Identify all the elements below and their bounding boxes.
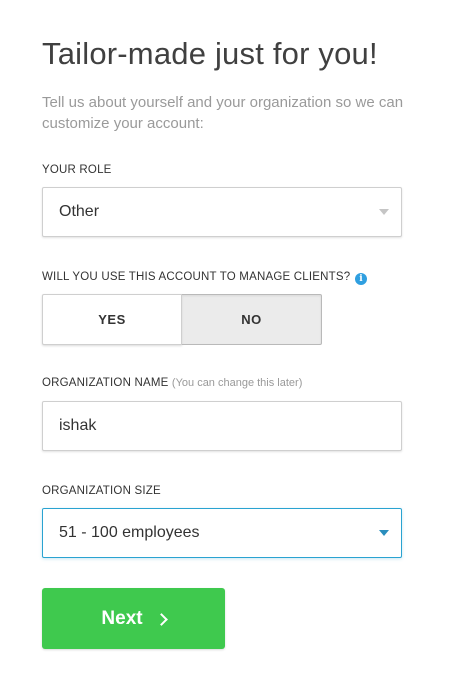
page-subtitle: Tell us about yourself and your organiza… bbox=[42, 94, 404, 132]
yes-option-button[interactable]: YES bbox=[42, 294, 182, 345]
org-name-input[interactable]: ishak bbox=[42, 401, 402, 451]
org-size-select-value: 51 - 100 employees bbox=[59, 524, 200, 541]
org-name-label-text: ORGANIZATION NAME bbox=[42, 377, 169, 389]
org-name-input-value: ishak bbox=[59, 417, 97, 434]
next-button-label: Next bbox=[101, 607, 143, 629]
next-button[interactable]: Next bbox=[42, 588, 225, 649]
no-option-button[interactable]: NO bbox=[182, 294, 322, 345]
caret-down-icon bbox=[379, 209, 389, 215]
org-name-label: ORGANIZATION NAME (You can change this l… bbox=[42, 377, 302, 389]
manage-clients-toggle: YES NO bbox=[42, 294, 322, 345]
caret-down-icon bbox=[379, 530, 389, 536]
info-icon[interactable]: i bbox=[355, 273, 367, 285]
page-title: Tailor-made just for you! bbox=[42, 36, 378, 71]
org-size-select[interactable]: 51 - 100 employees bbox=[42, 508, 402, 558]
role-select[interactable]: Other bbox=[42, 187, 402, 237]
org-size-label: ORGANIZATION SIZE bbox=[42, 485, 161, 497]
manage-clients-label: WILL YOU USE THIS ACCOUNT TO MANAGE CLIE… bbox=[42, 271, 351, 283]
chevron-right-icon bbox=[154, 613, 168, 626]
org-name-hint: (You can change this later) bbox=[171, 377, 303, 389]
role-label: YOUR ROLE bbox=[42, 164, 112, 176]
role-select-value: Other bbox=[59, 203, 100, 220]
